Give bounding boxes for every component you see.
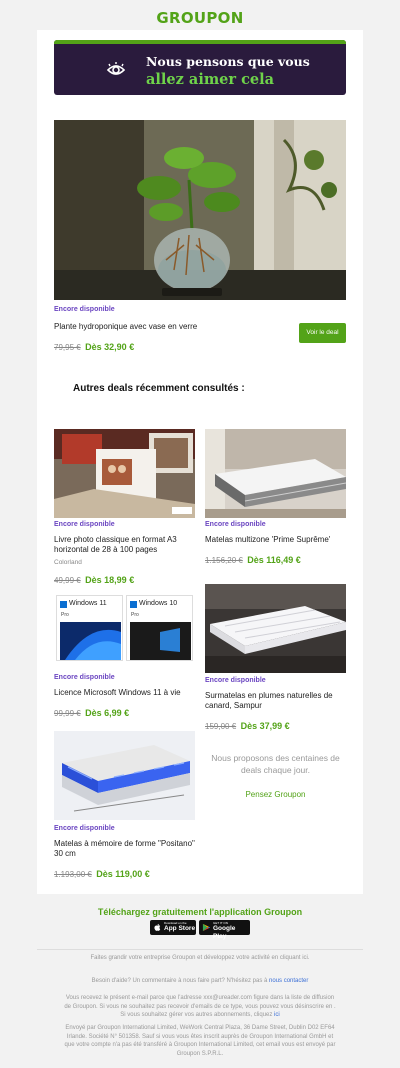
deal-availability: Encore disponible <box>54 825 115 832</box>
featured-old-price: 79,95 € <box>54 343 81 352</box>
deal-old-price: 49,99 € <box>54 576 81 585</box>
deal-price: 1.156,20 € Dès 116,49 € <box>205 550 346 568</box>
deal-availability: Encore disponible <box>54 674 115 681</box>
banner-line-2: allez aimer cela <box>146 71 275 88</box>
windows-10-pro-label: Pro <box>131 612 139 618</box>
app-store-button[interactable]: Download on the App Store <box>150 920 196 935</box>
deal-image-photo-book[interactable] <box>54 429 195 518</box>
featured-deal-image[interactable] <box>54 120 346 300</box>
deal-old-price: 1.156,20 € <box>205 556 243 565</box>
deal-title[interactable]: Matelas à mémoire de forme "Positano" 30… <box>54 839 195 859</box>
deal-card-memory-foam-mattress: Encore disponible Matelas à mémoire de f… <box>54 825 195 882</box>
windows-11-pro-label: Pro <box>61 612 69 618</box>
deal-card-windows-license: Encore disponible Licence Microsoft Wind… <box>54 674 195 721</box>
email-card: Nous pensons que vous allez aimer cela E… <box>37 30 363 894</box>
recommendation-banner: Nous pensons que vous allez aimer cela <box>54 40 346 95</box>
deal-new-price: Dès 18,99 € <box>85 575 135 585</box>
windows-10-wallpaper-icon <box>130 622 191 660</box>
think-groupon-link[interactable]: Pensez Groupon <box>203 790 348 799</box>
featured-title[interactable]: Plante hydroponique avec vase en verre <box>54 322 284 332</box>
deal-image-mattress-topper[interactable] <box>205 584 346 673</box>
deal-new-price: Dès 119,00 € <box>96 869 150 879</box>
deal-title[interactable]: Livre photo classique en format A3 horiz… <box>54 535 195 555</box>
deal-brand: Colorland <box>54 559 82 566</box>
deal-title[interactable]: Surmatelas en plumes naturelles de canar… <box>205 691 346 711</box>
deal-price: 49,99 € Dès 18,99 € <box>54 570 195 588</box>
deal-availability: Encore disponible <box>54 521 115 528</box>
footer-divider <box>37 949 363 950</box>
windows-11-label: Windows 11 <box>69 600 107 607</box>
deal-old-price: 99,99 € <box>54 709 81 718</box>
windows-logo-icon <box>130 601 137 608</box>
deal-card-mattress: Encore disponible Matelas multizone 'Pri… <box>205 521 346 568</box>
windows-10-box: Windows 10 Pro <box>126 595 193 661</box>
deal-image-mattress[interactable] <box>205 429 346 518</box>
featured-new-price: Dès 32,90 € <box>85 342 135 352</box>
deal-price: 159,00 € Dès 37,99 € <box>205 716 346 734</box>
featured-price: 79,95 € Dès 32,90 € <box>54 337 134 355</box>
google-play-icon <box>202 923 211 932</box>
promo-text: Nous proposons des centaines de deals ch… <box>211 753 340 775</box>
google-play-button[interactable]: GET IT ON Google Play <box>199 920 250 940</box>
app-store-label: App Store <box>164 925 196 932</box>
section-title: Autres deals récemment consultés : <box>73 383 245 394</box>
footer-legal-text: Vous recevez le présent e-mail parce que… <box>64 995 336 1018</box>
windows-logo-icon <box>60 601 67 608</box>
contact-us-link[interactable]: nous contacter <box>269 978 308 984</box>
app-download-title: Téléchargez gratuitement l'application G… <box>97 907 303 917</box>
deal-old-price: 159,00 € <box>205 722 237 731</box>
footer-legal-subscription: Vous recevez le présent e-mail parce que… <box>62 994 338 1020</box>
windows-10-label: Windows 10 <box>139 600 178 607</box>
footer-help: Besoin d'aide? Un commentaire à nous fai… <box>62 977 338 986</box>
deal-price: 1.193,00 € Dès 119,00 € <box>54 864 195 882</box>
deal-card-mattress-topper: Encore disponible Surmatelas en plumes n… <box>205 677 346 734</box>
deal-image-memory-foam-mattress[interactable] <box>54 731 195 820</box>
windows-11-box: Windows 11 Pro <box>56 595 123 661</box>
banner-line-1: Nous pensons que vous <box>146 54 310 69</box>
deal-title[interactable]: Matelas multizone 'Prime Suprême' <box>205 535 346 545</box>
apple-icon <box>154 923 161 931</box>
deal-availability: Encore disponible <box>205 677 266 684</box>
deal-title[interactable]: Licence Microsoft Windows 11 à vie <box>54 688 195 698</box>
deal-price: 99,99 € Dès 6,99 € <box>54 703 195 721</box>
deal-new-price: Dès 6,99 € <box>85 708 130 718</box>
deal-old-price: 1.193,00 € <box>54 870 92 879</box>
deal-new-price: Dès 37,99 € <box>240 721 290 731</box>
view-deal-button[interactable]: Voir le deal <box>299 323 346 343</box>
deal-new-price: Dès 116,49 € <box>247 555 301 565</box>
windows-11-wallpaper-icon <box>60 622 121 660</box>
banner-accent-strip <box>54 40 346 44</box>
footer-grow-business[interactable]: Faites grandir votre entreprise Groupon … <box>62 954 338 963</box>
footer-help-text: Besoin d'aide? Un commentaire à nous fai… <box>91 978 268 984</box>
featured-availability: Encore disponible <box>54 306 115 313</box>
deal-availability: Encore disponible <box>205 521 266 528</box>
groupon-logo[interactable]: GROUPON <box>0 9 400 27</box>
eye-icon <box>106 62 126 75</box>
manage-subscriptions-link[interactable]: ici <box>274 1012 280 1018</box>
google-play-label: Google Play <box>213 925 236 940</box>
deal-image-windows-license[interactable]: Windows 11 Pro Windows 10 Pro <box>54 593 195 663</box>
deal-card-photo-book: Encore disponible Livre photo classique … <box>54 521 195 588</box>
footer-legal-company: Envoyé par Groupon International Limited… <box>64 1025 336 1057</box>
